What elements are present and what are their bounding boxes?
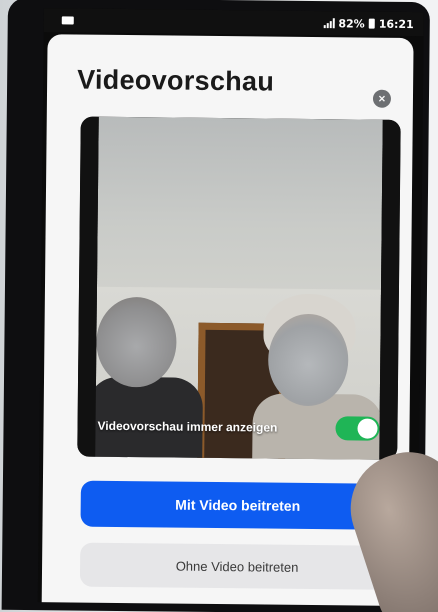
photo-scene: 82% 16:21 Videovorschau × Videovorschau … (0, 0, 438, 612)
battery-icon (368, 18, 375, 29)
preview-letterbox-left (77, 116, 99, 457)
always-show-preview-row: Videovorschau immer anzeigen (95, 411, 380, 444)
battery-percent: 82% (338, 16, 365, 31)
camera-preview: Videovorschau immer anzeigen (77, 116, 401, 460)
notification-icon (61, 16, 74, 25)
preview-letterbox-right (379, 119, 401, 460)
always-show-preview-label: Videovorschau immer anzeigen (97, 418, 278, 435)
status-bar: 82% 16:21 (43, 8, 424, 37)
close-icon[interactable]: × (372, 89, 392, 108)
signal-icon (323, 18, 335, 29)
toggle-knob (357, 418, 378, 439)
join-with-video-button[interactable]: Mit Video beitreten (80, 480, 395, 530)
dialog-title: Videovorschau (77, 64, 275, 97)
camera-image (77, 116, 401, 460)
status-right: 82% 16:21 (323, 16, 414, 31)
always-show-preview-toggle[interactable] (335, 416, 380, 441)
clock: 16:21 (378, 17, 414, 31)
preview-ceiling (96, 116, 383, 295)
join-without-video-button[interactable]: Ohne Video beitreten (79, 542, 395, 590)
